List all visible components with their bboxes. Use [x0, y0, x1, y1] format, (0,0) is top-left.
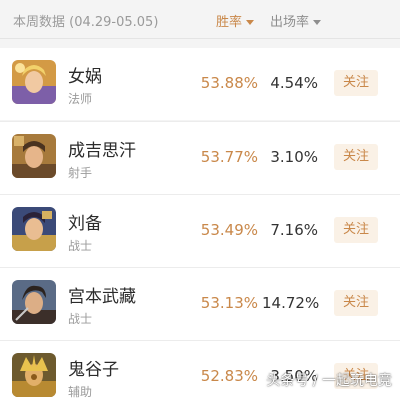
period-label: 本周数据 (04.29-05.05) [13, 15, 159, 30]
sort-pickrate-label: 出场率 [270, 15, 310, 30]
hero-win-rate: 53.77% [200, 148, 258, 166]
hero-pick-rate: 7.16% [270, 221, 318, 239]
hero-win-rate: 53.13% [200, 294, 258, 312]
hero-role: 战士 [68, 239, 93, 253]
hero-row[interactable]: 刘备 战士 53.49% 7.16% 关注 [0, 194, 400, 267]
hero-pick-rate: 3.10% [270, 148, 318, 166]
hero-win-rate: 53.88% [200, 74, 258, 92]
hero-name: 成吉思汗 [68, 141, 136, 161]
caret-down-icon [313, 20, 322, 25]
hero-win-rate: 52.83% [200, 367, 258, 385]
hero-row[interactable]: 宫本武藏 战士 53.13% 14.72% 关注 [0, 267, 400, 340]
list-header: 本周数据 (04.29-05.05) 胜率 出场率 [0, 0, 400, 39]
hero-role: 法师 [68, 92, 93, 106]
hero-avatar [12, 60, 56, 104]
caret-down-icon [246, 20, 255, 25]
hero-row[interactable]: 成吉思汗 射手 53.77% 3.10% 关注 [0, 121, 400, 194]
hero-win-rate: 53.49% [200, 221, 258, 239]
hero-role: 战士 [68, 312, 93, 326]
hero-name: 鬼谷子 [68, 360, 119, 380]
follow-button[interactable]: 关注 [334, 217, 378, 243]
hero-role: 射手 [68, 166, 93, 180]
hero-role: 辅助 [68, 385, 93, 399]
sort-pickrate[interactable]: 出场率 [270, 11, 322, 30]
hero-avatar [12, 353, 56, 397]
hero-row[interactable]: 女娲 法师 53.88% 4.54% 关注 [0, 48, 400, 120]
hero-avatar [12, 207, 56, 251]
hero-name: 女娲 [68, 67, 102, 87]
hero-avatar [12, 280, 56, 324]
hero-avatar [12, 134, 56, 178]
follow-button[interactable]: 关注 [334, 144, 378, 170]
sort-winrate[interactable]: 胜率 [216, 11, 255, 30]
hero-pick-rate: 4.54% [270, 74, 318, 92]
hero-pick-rate: 14.72% [262, 294, 320, 312]
follow-button[interactable]: 关注 [334, 70, 378, 96]
hero-name: 刘备 [68, 214, 102, 234]
source-watermark: 头条号 / 一起玩电竞 [266, 373, 392, 389]
follow-button[interactable]: 关注 [334, 290, 378, 316]
sort-winrate-label: 胜率 [216, 15, 243, 30]
hero-name: 宫本武藏 [68, 287, 136, 307]
